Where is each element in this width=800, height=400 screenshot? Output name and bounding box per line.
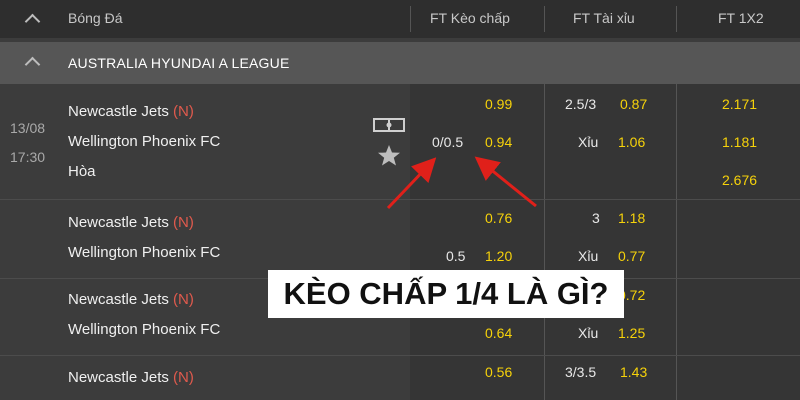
- ou-line: 3/3.5: [565, 364, 597, 380]
- col-overunder-header: FT Tài xỉu: [573, 10, 635, 26]
- 1x2-away-odds[interactable]: 1.181: [722, 134, 757, 150]
- home-team-name: Newcastle Jets: [68, 214, 169, 231]
- ou-line: 3: [592, 210, 600, 226]
- ou-under-label: Xỉu: [578, 134, 599, 150]
- league-name: AUSTRALIA HYUNDAI A LEAGUE: [68, 55, 290, 71]
- neutral-flag: (N): [173, 369, 194, 386]
- home-team[interactable]: Newcastle Jets (N): [68, 291, 194, 308]
- ou-line: 2.5/3: [565, 96, 597, 112]
- header-divider: [676, 6, 677, 32]
- ou-under-odds[interactable]: 1.25: [618, 325, 645, 341]
- ou-over-odds[interactable]: 1.18: [618, 210, 645, 226]
- ou-under-label: Xỉu: [578, 248, 599, 264]
- away-team[interactable]: Wellington Phoenix FC: [68, 133, 220, 150]
- col-1x2-header: FT 1X2: [718, 10, 764, 26]
- draw-label: Hòa: [68, 163, 96, 180]
- ou-under-odds[interactable]: 0.77: [618, 248, 645, 264]
- home-team-name: Newcastle Jets: [68, 369, 169, 386]
- match-date: 13/08: [10, 120, 46, 136]
- neutral-flag: (N): [173, 291, 194, 308]
- home-team-name: Newcastle Jets: [68, 103, 169, 120]
- handicap-line: 0.5: [446, 248, 466, 264]
- row-divider: [0, 355, 800, 356]
- ou-under-odds[interactable]: 1.06: [618, 134, 645, 150]
- handicap-line: 0/0.5: [432, 134, 464, 150]
- odds-area-bg: [410, 84, 800, 400]
- away-team[interactable]: Wellington Phoenix FC: [68, 321, 220, 338]
- handicap-home-odds[interactable]: 0.56: [485, 364, 512, 380]
- neutral-flag: (N): [173, 214, 194, 231]
- ou-over-odds[interactable]: 0.87: [620, 96, 647, 112]
- home-team[interactable]: Newcastle Jets (N): [68, 103, 194, 120]
- annotation-arrows-icon: [386, 156, 537, 210]
- ou-over-odds[interactable]: 1.43: [620, 364, 647, 380]
- article-headline-overlay: KÈO CHẤP 1/4 LÀ GÌ?: [268, 270, 624, 318]
- column-divider: [676, 84, 677, 400]
- handicap-away-odds[interactable]: 0.64: [485, 325, 512, 341]
- handicap-away-odds[interactable]: 0.94: [485, 134, 512, 150]
- home-team-name: Newcastle Jets: [68, 291, 169, 308]
- field-stats-icon[interactable]: [373, 116, 405, 134]
- 1x2-home-odds[interactable]: 2.171: [722, 96, 757, 112]
- 1x2-draw-odds[interactable]: 2.676: [722, 172, 757, 188]
- home-team[interactable]: Newcastle Jets (N): [68, 369, 194, 386]
- handicap-home-odds[interactable]: 0.99: [485, 96, 512, 112]
- sport-title: Bóng Đá: [68, 10, 123, 26]
- col-handicap-header: FT Kèo chấp: [430, 10, 510, 26]
- away-team[interactable]: Wellington Phoenix FC: [68, 244, 220, 261]
- header-divider: [544, 6, 545, 32]
- home-team[interactable]: Newcastle Jets (N): [68, 214, 194, 231]
- header-divider: [410, 6, 411, 32]
- match-time: 17:30: [10, 149, 46, 165]
- handicap-away-odds[interactable]: 1.20: [485, 248, 512, 264]
- neutral-flag: (N): [173, 103, 194, 120]
- column-divider: [544, 84, 545, 400]
- ou-under-label: Xỉu: [578, 325, 599, 341]
